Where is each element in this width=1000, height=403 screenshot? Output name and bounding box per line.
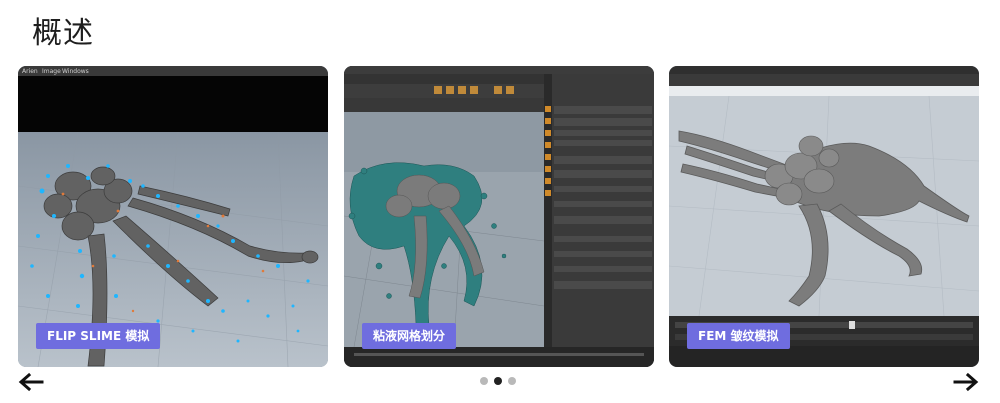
menu-item-image[interactable]: Image bbox=[42, 68, 61, 75]
carousel-slide-flip-slime[interactable]: Arien Image Windows FLIP SLIME 模拟 bbox=[18, 66, 328, 367]
page-title: 概述 bbox=[32, 16, 94, 51]
carousel-dot-2[interactable] bbox=[494, 377, 502, 385]
carousel-dot-1[interactable] bbox=[480, 377, 488, 385]
carousel-slide-slime-meshing[interactable]: 粘液网格划分 bbox=[344, 66, 654, 367]
menu-item-arien[interactable]: Arien bbox=[22, 68, 38, 75]
carousel-pagination bbox=[480, 377, 520, 387]
carousel-slide-fem-wrinkle[interactable]: FEM 皱纹模拟 bbox=[669, 66, 979, 367]
arrow-right-icon[interactable] bbox=[953, 372, 979, 392]
flip-slime-render-image: Arien Image Windows bbox=[18, 66, 328, 367]
arrow-left-icon[interactable] bbox=[18, 372, 44, 392]
carousel-dot-3[interactable] bbox=[508, 377, 516, 385]
slime-meshing-software-screenshot bbox=[344, 66, 654, 367]
slide-caption-badge: FLIP SLIME 模拟 bbox=[36, 323, 161, 349]
slide-caption-badge: 粘液网格划分 bbox=[362, 323, 457, 349]
slide-caption-badge: FEM 皱纹模拟 bbox=[687, 323, 790, 349]
fem-wrinkle-render-image bbox=[669, 66, 979, 367]
menu-item-windows[interactable]: Windows bbox=[62, 68, 89, 75]
